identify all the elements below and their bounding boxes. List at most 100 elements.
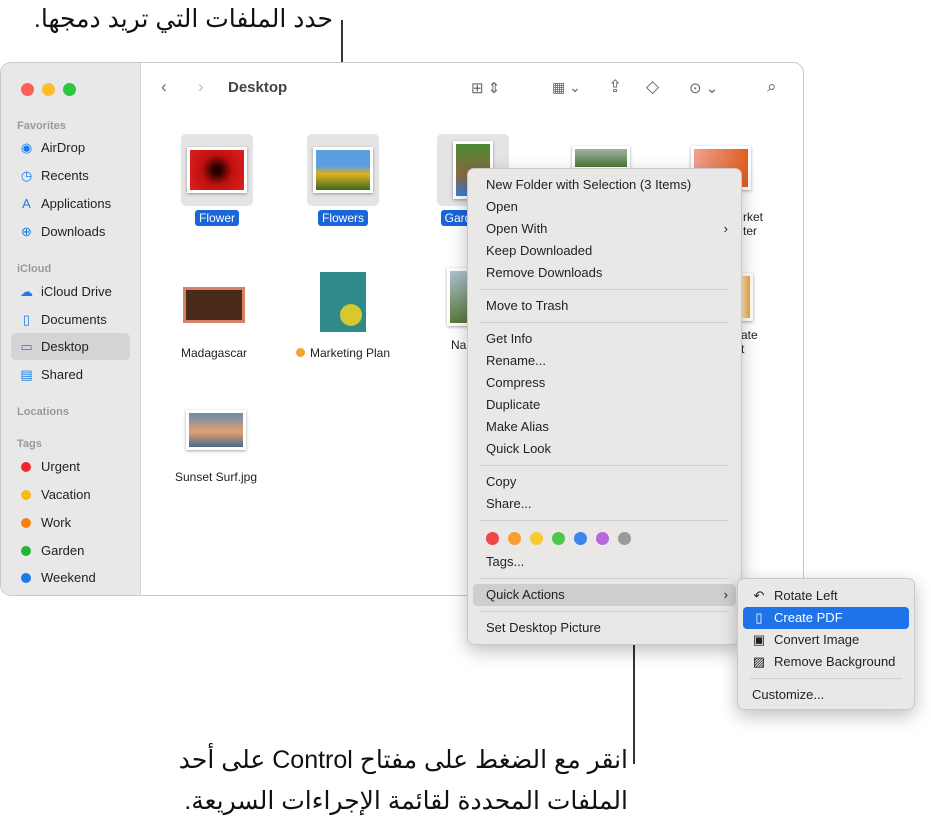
annotation-top: حدد الملفات التي تريد دمجها. <box>33 5 333 33</box>
file-label: Marketing Plan <box>309 346 391 360</box>
tag-color-purple[interactable] <box>596 532 609 545</box>
more-actions-icon[interactable]: ⊙ ⌄ <box>689 79 718 97</box>
tag-color-yellow[interactable] <box>530 532 543 545</box>
share-icon[interactable]: ⇪ <box>608 77 622 97</box>
sidebar-item-airdrop[interactable]: ◉ AirDrop <box>11 134 130 161</box>
sidebar-item-recents[interactable]: ◷ Recents <box>11 162 130 189</box>
menu-item-label: Convert Image <box>774 632 860 647</box>
tag-color-orange[interactable] <box>508 532 521 545</box>
file-flower[interactable]: Flower <box>157 134 277 226</box>
menu-item-move-to-trash[interactable]: Move to Trash <box>473 295 736 317</box>
tag-color-red[interactable] <box>486 532 499 545</box>
tag-color-picker <box>468 526 741 551</box>
tag-dot <box>21 545 31 556</box>
tag-dot <box>21 572 31 583</box>
submenu-item-customize[interactable]: Customize... <box>743 684 909 706</box>
menu-item-new-folder-with-selection[interactable]: New Folder with Selection (3 Items) <box>473 174 736 196</box>
section-locations: Locations <box>17 406 69 418</box>
sidebar-item-icloud-drive[interactable]: ☁ iCloud Drive <box>11 278 130 305</box>
file-madagascar[interactable]: Madagascar <box>154 275 274 360</box>
file-sunset-surf[interactable]: Sunset Surf.jpg <box>156 405 276 484</box>
forward-button[interactable]: › <box>198 77 204 97</box>
file-marketing-plan[interactable]: Marketing Plan <box>283 268 403 360</box>
file-label: Flower <box>194 210 239 226</box>
sidebar-item-applications[interactable]: A Applications <box>11 190 130 217</box>
tag-dot <box>21 489 31 500</box>
sidebar-item-label: Documents <box>41 312 107 327</box>
menu-item-share[interactable]: Share... <box>473 493 736 515</box>
tag-color-gray[interactable] <box>618 532 631 545</box>
menu-item-duplicate[interactable]: Duplicate <box>473 394 736 416</box>
annotation-bottom-1: انقر مع الضغط على مفتاح Control على أحد <box>178 746 628 774</box>
menu-item-compress[interactable]: Compress <box>473 372 736 394</box>
sidebar-item-documents[interactable]: ▯ Documents <box>11 306 130 333</box>
sidebar-item-downloads[interactable]: ⊕ Downloads <box>11 218 130 245</box>
minimize-button[interactable] <box>42 83 55 96</box>
section-icloud: iCloud <box>17 263 52 275</box>
sidebar-tag-vacation[interactable]: Vacation <box>11 481 130 508</box>
menu-item-set-desktop-picture[interactable]: Set Desktop Picture <box>473 617 736 639</box>
submenu-item-create-pdf[interactable]: ▯ Create PDF <box>743 607 909 629</box>
menu-item-tags[interactable]: Tags... <box>473 551 736 573</box>
view-icon-grid-icon[interactable]: ⊞ ⇕ <box>471 79 500 97</box>
menu-item-label: Quick Actions <box>486 587 565 602</box>
applications-icon: A <box>22 196 31 211</box>
file-label: Sunset Surf.jpg <box>174 470 258 484</box>
pdf-document-icon: ▯ <box>755 610 763 625</box>
file-label: Madagascar <box>180 346 248 360</box>
file-flowers[interactable]: Flowers <box>283 134 403 226</box>
menu-item-quick-look[interactable]: Quick Look <box>473 438 736 460</box>
menu-item-copy[interactable]: Copy <box>473 471 736 493</box>
close-button[interactable] <box>21 83 34 96</box>
menu-item-open[interactable]: Open <box>473 196 736 218</box>
menu-item-open-with[interactable]: Open With › <box>473 218 736 240</box>
sidebar-tag-urgent[interactable]: Urgent <box>11 453 130 480</box>
tag-dot <box>295 348 305 357</box>
madagascar-thumbnail <box>183 287 245 323</box>
chevron-right-icon: › <box>723 221 728 236</box>
sidebar-tag-garden[interactable]: Garden <box>11 537 130 564</box>
group-by-icon[interactable]: ▦ ⌄ <box>552 79 581 96</box>
cloud-icon: ☁ <box>20 283 33 299</box>
rotate-left-icon: ↶ <box>753 588 765 603</box>
sidebar: Favorites ◉ AirDrop ◷ Recents A Application… <box>1 63 141 595</box>
window-controls <box>21 83 76 96</box>
convert-image-icon: ▣ <box>752 632 766 647</box>
clock-icon: ◷ <box>20 167 33 183</box>
shared-folder-icon: ▤ <box>20 366 33 382</box>
back-button[interactable]: ‹ <box>161 77 167 97</box>
menu-item-quick-actions[interactable]: Quick Actions › <box>473 584 736 606</box>
menu-separator <box>480 520 729 521</box>
menu-item-label: Remove Background <box>774 654 896 669</box>
sidebar-item-desktop[interactable]: ▭ Desktop <box>11 333 130 360</box>
submenu-item-convert-image[interactable]: ▣ Convert Image <box>743 629 909 651</box>
tag-icon[interactable]: ◇ <box>646 77 659 97</box>
submenu-item-remove-background[interactable]: ▨ Remove Background <box>743 651 909 673</box>
submenu-item-rotate-left[interactable]: ↶ Rotate Left <box>743 585 909 607</box>
menu-item-rename[interactable]: Rename... <box>473 350 736 372</box>
sidebar-item-label: Desktop <box>41 339 89 354</box>
document-icon: ▯ <box>22 311 31 327</box>
flower-thumbnail <box>187 147 247 193</box>
menu-separator <box>480 578 729 579</box>
sidebar-item-shared[interactable]: ▤ Shared <box>11 361 130 388</box>
sidebar-item-label: Applications <box>41 196 112 211</box>
tag-color-green[interactable] <box>552 532 565 545</box>
section-tags: Tags <box>17 438 42 450</box>
zoom-button[interactable] <box>63 83 76 96</box>
menu-item-make-alias[interactable]: Make Alias <box>473 416 736 438</box>
file-partial[interactable] <box>541 146 661 170</box>
menu-separator <box>480 611 729 612</box>
sidebar-item-label: Weekend <box>41 570 96 585</box>
search-icon[interactable]: ⌕ <box>767 77 777 97</box>
flowers-thumbnail <box>313 147 373 193</box>
sidebar-tag-weekend[interactable]: Weekend <box>11 564 130 591</box>
sidebar-tag-work[interactable]: Work <box>11 509 130 536</box>
menu-item-label: Open With <box>486 221 548 236</box>
tag-color-blue[interactable] <box>574 532 587 545</box>
menu-item-keep-downloaded[interactable]: Keep Downloaded <box>473 240 736 262</box>
menu-item-get-info[interactable]: Get Info <box>473 328 736 350</box>
menu-separator <box>480 465 729 466</box>
menu-item-label: Rotate Left <box>774 588 838 603</box>
menu-item-remove-downloads[interactable]: Remove Downloads <box>473 262 736 284</box>
